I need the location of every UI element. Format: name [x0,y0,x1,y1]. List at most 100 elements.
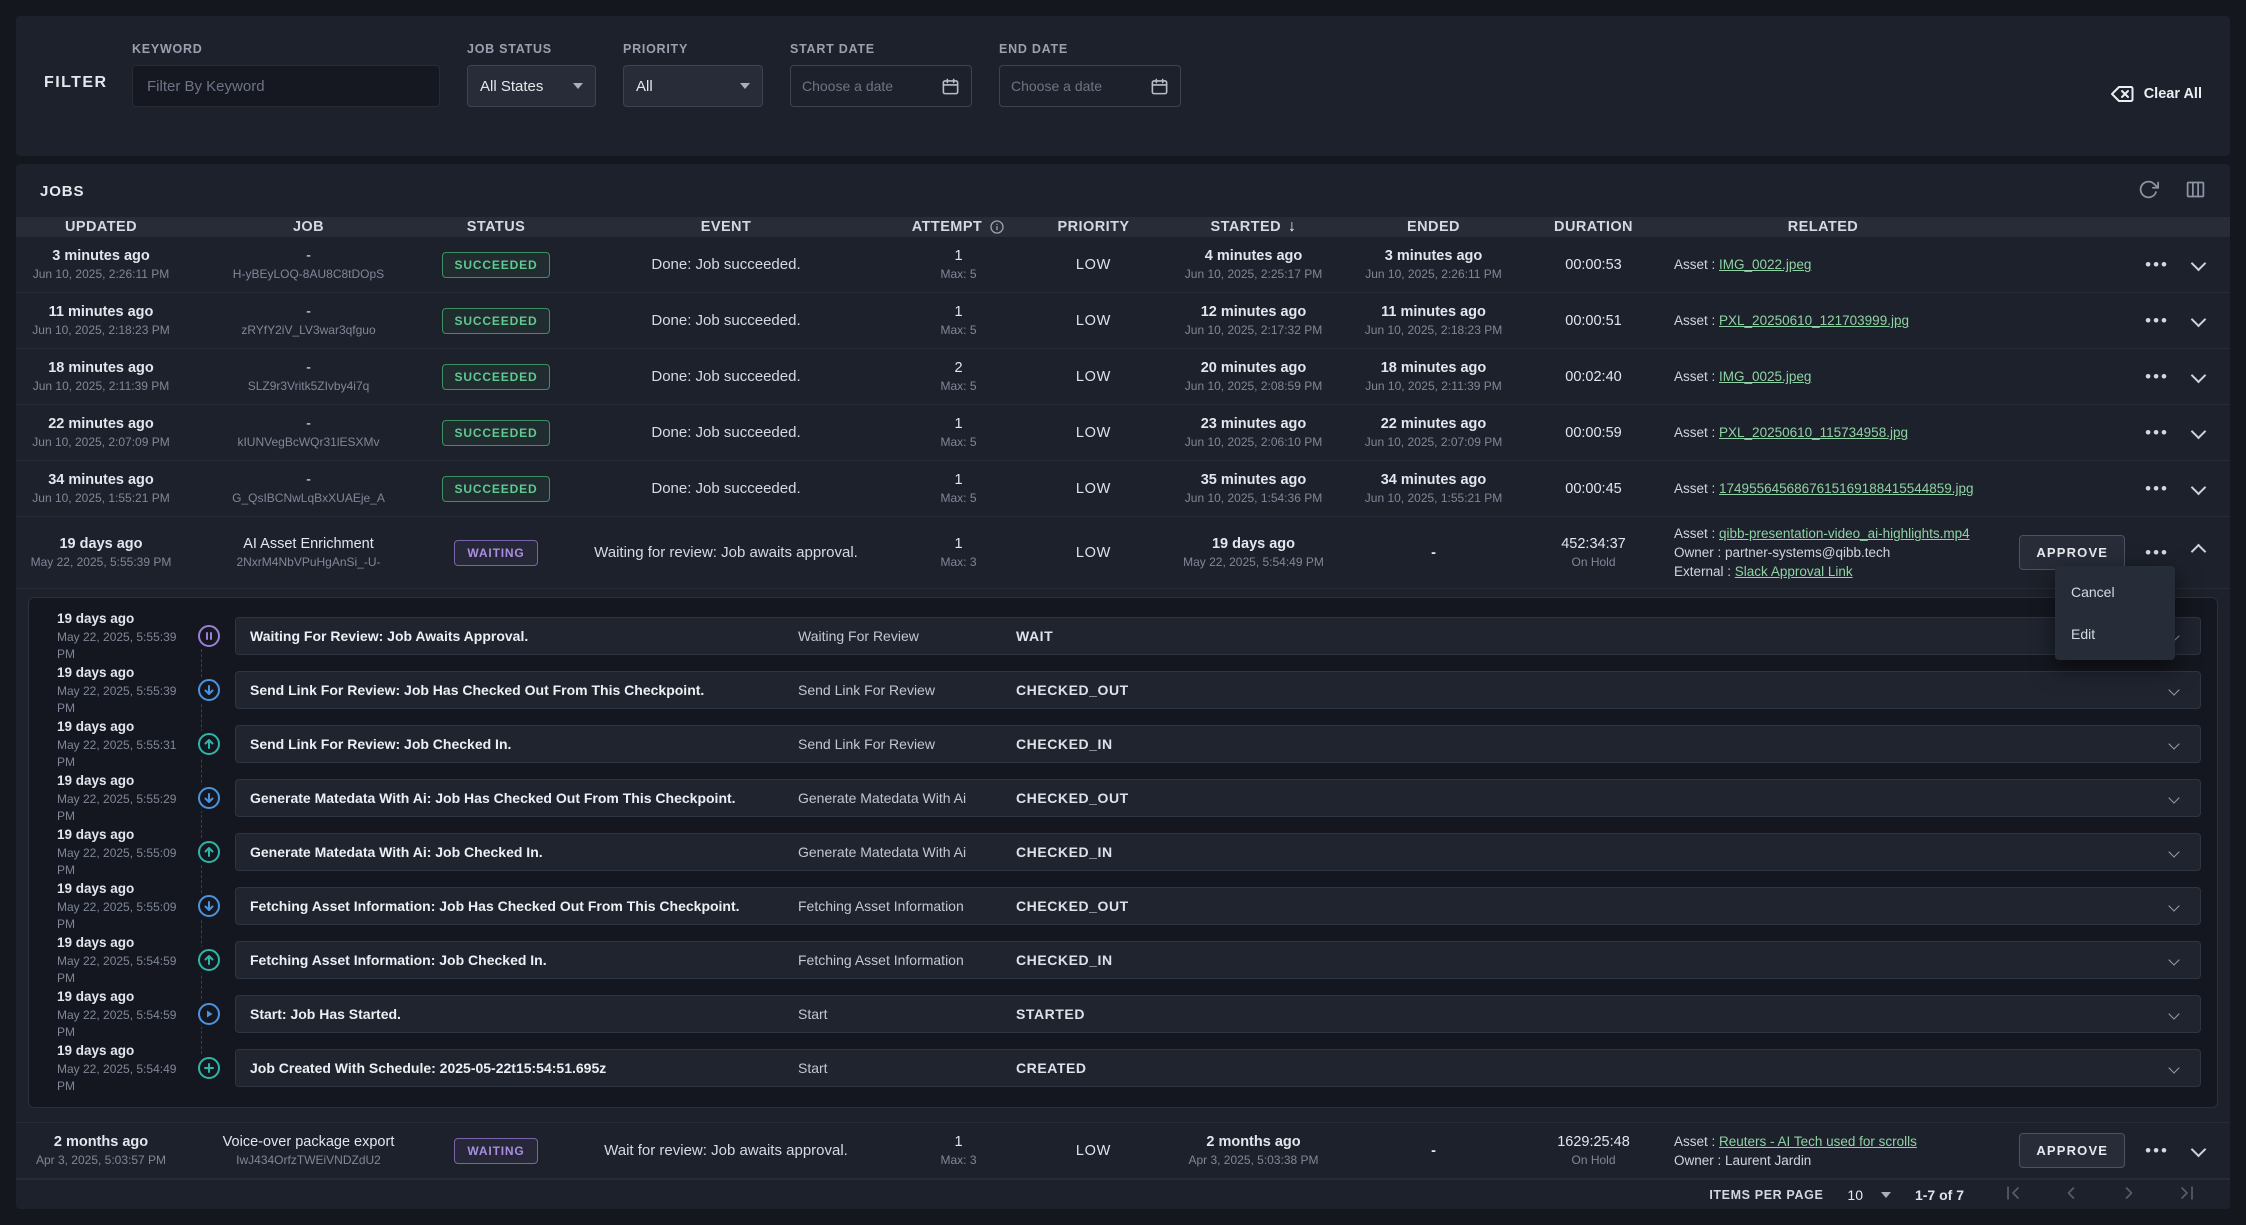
timeline-event-row[interactable]: Start: Job Has Started. Start STARTED [235,995,2201,1033]
table-row[interactable]: 18 minutes ago Jun 10, 2025, 2:11:39 PM … [16,349,2230,405]
col-header-related[interactable]: RELATED [1666,219,1980,235]
col-header-job[interactable]: JOB [186,219,431,235]
table-row[interactable]: 34 minutes ago Jun 10, 2025, 1:55:21 PM … [16,461,2230,517]
sort-desc-icon[interactable]: ↓ [1288,218,1296,236]
table-row[interactable]: 2 months ago Apr 3, 2025, 5:03:57 PM Voi… [16,1123,2230,1179]
chevron-down-icon[interactable] [2168,847,2179,858]
ended-cell: 34 minutes ago Jun 10, 2025, 1:55:21 PM [1346,470,1521,507]
timeline-event-row[interactable]: Waiting For Review: Job Awaits Approval.… [235,617,2201,655]
col-header-duration[interactable]: DURATION [1521,219,1666,235]
chevron-down-icon[interactable] [2168,685,2179,696]
row-menu-button[interactable]: ••• [2145,312,2169,329]
related-asset-link[interactable]: PXL_20250610_121703999.jpg [1719,313,1909,328]
status-cell: SUCCEEDED [431,308,561,334]
start-date-field-group: START DATE Choose a date [790,42,972,107]
related-asset-link[interactable]: PXL_20250610_115734958.jpg [1719,425,1908,440]
table-row[interactable]: 3 minutes ago Jun 10, 2025, 2:26:11 PM -… [16,237,2230,293]
timeline-event-row[interactable]: Generate Matedata With Ai: Job Has Check… [235,779,2201,817]
checked-in-icon [197,840,221,864]
col-header-attempt[interactable]: ATTEMPT [891,219,1026,235]
col-header-status[interactable]: STATUS [431,219,561,235]
job-status-select[interactable]: All States [467,65,596,107]
expand-row-button[interactable] [2189,309,2208,332]
related-line: Asset : Reuters - AI Tech used for scrol… [1674,1132,1980,1151]
col-header-started[interactable]: STARTED ↓ [1161,218,1346,236]
chevron-down-icon[interactable] [2168,793,2179,804]
related-external-link[interactable]: Slack Approval Link [1735,564,1853,579]
timeline-event-row[interactable]: Generate Matedata With Ai: Job Checked I… [235,833,2201,871]
job-id: SLZ9r3Vritk5ZIvby4i7q [186,378,431,395]
previous-page-button[interactable] [2059,1181,2083,1208]
expand-row-button[interactable] [2189,477,2208,500]
next-page-button[interactable] [2117,1181,2141,1208]
keyword-input[interactable] [132,65,440,107]
chevron-down-icon[interactable] [2168,901,2179,912]
chevron-down-icon[interactable] [2168,1009,2179,1020]
menu-item-cancel[interactable]: Cancel [2055,576,2175,608]
table-row[interactable]: 19 days ago May 22, 2025, 5:55:39 PM AI … [16,517,2230,589]
chevron-down-icon[interactable] [2168,955,2179,966]
row-menu-button[interactable]: ••• [2145,544,2169,561]
end-date-input[interactable]: Choose a date [999,65,1181,107]
priority-select[interactable]: All [623,65,763,107]
info-icon[interactable] [989,219,1005,235]
row-menu-button[interactable]: ••• [2145,424,2169,441]
col-header-ended[interactable]: ENDED [1346,219,1521,235]
expand-row-button[interactable] [2189,541,2208,564]
expand-row-button[interactable] [2189,421,2208,444]
related-asset-link[interactable]: Reuters - AI Tech used for scrolls [1719,1134,1917,1149]
page-size-select[interactable]: 10 [1847,1187,1891,1203]
attempt-cell: 1 Max: 5 [891,246,1026,283]
priority-cell: LOW [1026,1143,1161,1159]
refresh-button[interactable] [2138,179,2159,203]
calendar-icon[interactable] [941,77,960,96]
related-asset-link[interactable]: IMG_0025.jpeg [1719,369,1811,384]
job-status-label: JOB STATUS [467,42,596,56]
ended-cell: - [1346,543,1521,563]
duration-value: 00:00:51 [1521,311,1666,331]
row-menu-button[interactable]: ••• [2145,368,2169,385]
timeline-event-row[interactable]: Send Link For Review: Job Checked In. Se… [235,725,2201,763]
columns-settings-button[interactable] [2185,179,2206,203]
chevron-down-icon[interactable] [2168,1063,2179,1074]
first-page-button[interactable] [2001,1181,2025,1208]
col-header-priority[interactable]: PRIORITY [1026,219,1161,235]
row-menu-button[interactable]: ••• [2145,480,2169,497]
timeline-entry: 19 days ago May 22, 2025, 5:55:31 PM [43,717,2201,771]
expand-row-button[interactable] [2189,253,2208,276]
timeline-timestamp: 19 days ago May 22, 2025, 5:55:29 PM [43,771,183,825]
related-asset-link[interactable]: 1749556456867615169188415544859.jpg [1719,481,1974,496]
last-page-button[interactable] [2175,1181,2199,1208]
related-asset-link[interactable]: IMG_0022.jpeg [1719,257,1811,272]
duration-cell: 452:34:37 On Hold [1521,534,1666,571]
timeline-event-row[interactable]: Job Created With Schedule: 2025-05-22t15… [235,1049,2201,1087]
timeline-relative-time: 19 days ago [57,987,183,1007]
ended-relative: 22 minutes ago [1346,414,1521,434]
page-size-value: 10 [1847,1187,1863,1203]
col-header-event[interactable]: EVENT [561,219,891,235]
attempt-count: 1 [891,414,1026,434]
attempt-cell: 1 Max: 5 [891,470,1026,507]
row-menu-button[interactable]: ••• [2145,256,2169,273]
table-row[interactable]: 22 minutes ago Jun 10, 2025, 2:07:09 PM … [16,405,2230,461]
status-badge: WAITING [454,1138,537,1164]
expand-row-button[interactable] [2189,365,2208,388]
menu-item-edit[interactable]: Edit [2055,618,2175,650]
start-date-input[interactable]: Choose a date [790,65,972,107]
approve-button[interactable]: APPROVE [2019,1133,2125,1168]
col-header-updated[interactable]: UPDATED [16,219,186,235]
timeline-event-row[interactable]: Send Link For Review: Job Has Checked Ou… [235,671,2201,709]
chevron-down-icon[interactable] [2168,739,2179,750]
timeline-event-row[interactable]: Fetching Asset Information: Job Has Chec… [235,887,2201,925]
clear-all-button[interactable]: Clear All [2110,82,2202,106]
related-asset-link[interactable]: qibb-presentation-video_ai-highlights.mp… [1719,526,1970,541]
calendar-icon[interactable] [1150,77,1169,96]
approve-button[interactable]: APPROVE [2019,535,2125,570]
started-icon [197,1002,221,1026]
table-row[interactable]: 11 minutes ago Jun 10, 2025, 2:18:23 PM … [16,293,2230,349]
row-menu-button[interactable]: ••• [2145,1142,2169,1159]
timeline-absolute-time: May 22, 2025, 5:54:59 PM [57,953,183,987]
timeline-event-row[interactable]: Fetching Asset Information: Job Checked … [235,941,2201,979]
timeline-checkpoint: Send Link For Review [798,736,1016,752]
expand-row-button[interactable] [2189,1139,2208,1162]
